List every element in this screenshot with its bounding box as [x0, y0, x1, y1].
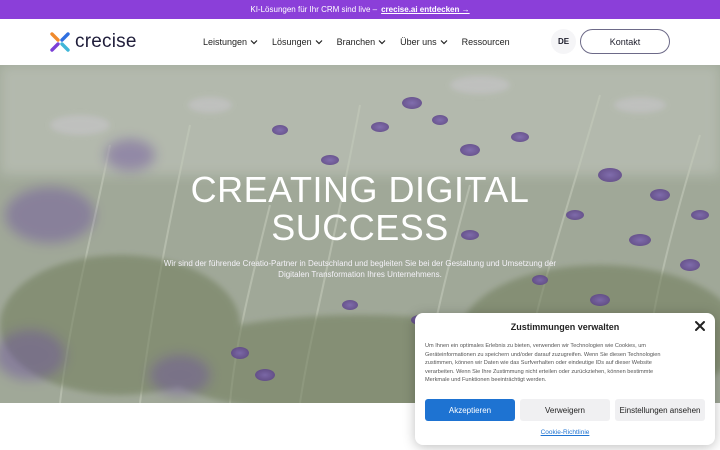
- announcement-text: KI-Lösungen für Ihr CRM sind live –: [250, 5, 378, 14]
- chevron-down-icon: [440, 40, 448, 45]
- announcement-link[interactable]: crecise.ai entdecken →: [381, 5, 470, 14]
- chevron-down-icon: [250, 40, 258, 45]
- nav-label: Leistungen: [203, 37, 248, 47]
- logo[interactable]: crecise: [50, 31, 137, 53]
- hero-subtitle: Wir sind der führende Creatio-Partner in…: [163, 259, 557, 279]
- hero-title-line2: SUCCESS: [271, 207, 449, 248]
- announcement-bar: KI-Lösungen für Ihr CRM sind live – crec…: [0, 0, 720, 19]
- main-nav: Leistungen Lösungen Branchen Über uns Re…: [203, 19, 510, 65]
- nav-item-leistungen[interactable]: Leistungen: [203, 37, 258, 47]
- cookie-policy-link[interactable]: Cookie-Richtlinie: [415, 429, 715, 436]
- accept-button[interactable]: Akzeptieren: [425, 399, 515, 421]
- view-settings-button[interactable]: Einstellungen ansehen: [615, 399, 705, 421]
- hero-title: CREATING DIGITAL SUCCESS: [0, 171, 720, 247]
- hero-title-line1: CREATING DIGITAL: [190, 169, 530, 210]
- deny-button[interactable]: Verweigern: [520, 399, 610, 421]
- nav-item-branchen[interactable]: Branchen: [337, 37, 387, 47]
- nav-item-loesungen[interactable]: Lösungen: [272, 37, 323, 47]
- nav-label: Branchen: [336, 37, 376, 47]
- logo-text: crecise: [75, 31, 137, 52]
- nav-label: Ressourcen: [461, 37, 510, 47]
- crecise-x-logo-icon: [50, 32, 70, 52]
- cookie-consent-dialog: Zustimmungen verwalten Um Ihnen ein opti…: [415, 313, 715, 445]
- nav-label: Über uns: [400, 37, 437, 47]
- language-switcher[interactable]: DE: [551, 29, 576, 54]
- cookie-dialog-title: Zustimmungen verwalten: [510, 322, 620, 332]
- cookie-dialog-text: Um Ihnen ein optimales Erlebnis zu biete…: [425, 343, 661, 384]
- close-icon[interactable]: [694, 320, 706, 332]
- nav-label: Lösungen: [272, 37, 312, 47]
- chevron-down-icon: [315, 40, 323, 45]
- chevron-down-icon: [378, 40, 386, 45]
- nav-item-ressourcen[interactable]: Ressourcen: [462, 37, 510, 47]
- site-header: crecise Leistungen Lösungen Branchen Übe…: [0, 19, 720, 65]
- contact-button[interactable]: Kontakt: [580, 29, 670, 54]
- nav-item-ueber-uns[interactable]: Über uns: [400, 37, 448, 47]
